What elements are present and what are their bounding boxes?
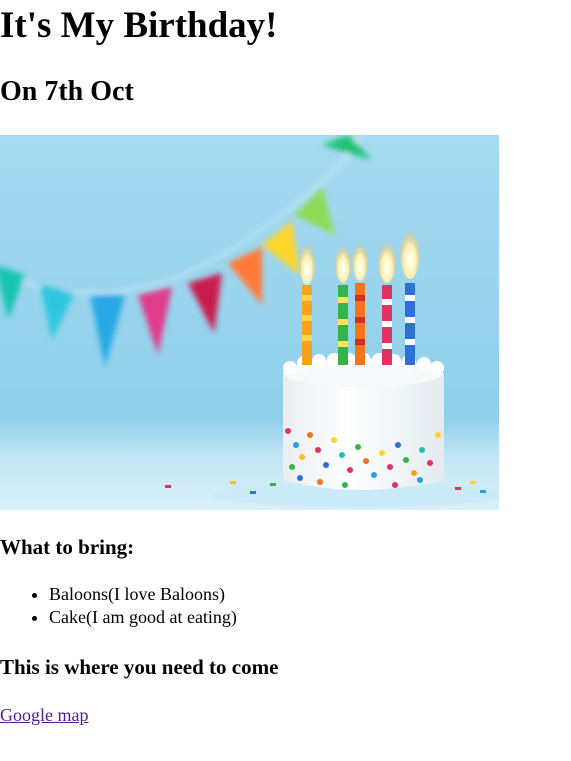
birthday-cake-image bbox=[0, 135, 499, 510]
bring-list: Baloons(I love Baloons) Cake(I am good a… bbox=[0, 583, 237, 629]
location-heading: This is where you need to come bbox=[0, 655, 279, 679]
party-date: On 7th Oct bbox=[0, 76, 134, 107]
page-title: It's My Birthday! bbox=[0, 5, 278, 46]
what-to-bring-heading: What to bring: bbox=[0, 535, 135, 559]
list-item: Cake(I am good at eating) bbox=[49, 606, 237, 629]
list-item: Baloons(I love Baloons) bbox=[49, 583, 237, 606]
google-map-link[interactable]: Google map bbox=[0, 703, 88, 727]
